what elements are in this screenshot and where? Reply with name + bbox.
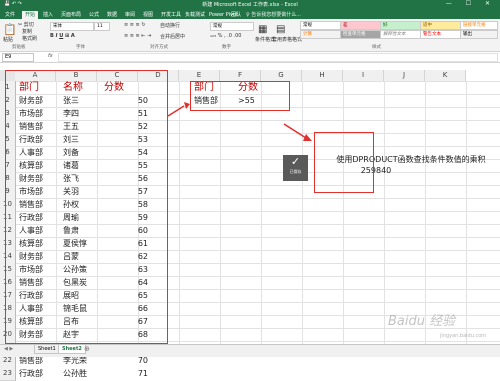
sheet-nav-icon[interactable]: ◀ ▶ <box>4 346 13 352</box>
sheet-tab-bar: ◀ ▶ Sheet1 Sheet2 ⊕ <box>0 344 500 357</box>
add-sheet-icon[interactable]: ⊕ <box>84 345 90 353</box>
saved-indicator: ✓ 已保存 <box>283 155 308 181</box>
row-header-23[interactable]: 23 <box>0 367 16 381</box>
annotation-arrows <box>167 102 312 141</box>
arrow-line-2 <box>283 123 307 139</box>
watermark: Baidu 经验 <box>388 314 456 329</box>
saved-label: 已保存 <box>289 169 302 174</box>
table-cell-name[interactable]: 公孙胜 <box>63 367 87 380</box>
watermark-url: jingyan.baidu.com <box>440 333 487 339</box>
checkmark-icon: ✓ <box>290 155 301 168</box>
arrow-line-1 <box>167 105 185 117</box>
sheet-tab-1[interactable]: Sheet1 <box>34 345 60 354</box>
arrow-head-1-icon <box>184 102 190 109</box>
table-cell-score[interactable]: 71 <box>112 367 148 380</box>
table-cell-dept[interactable]: 行政部 <box>19 367 43 380</box>
sheet-tab-2[interactable]: Sheet2 <box>58 345 86 354</box>
